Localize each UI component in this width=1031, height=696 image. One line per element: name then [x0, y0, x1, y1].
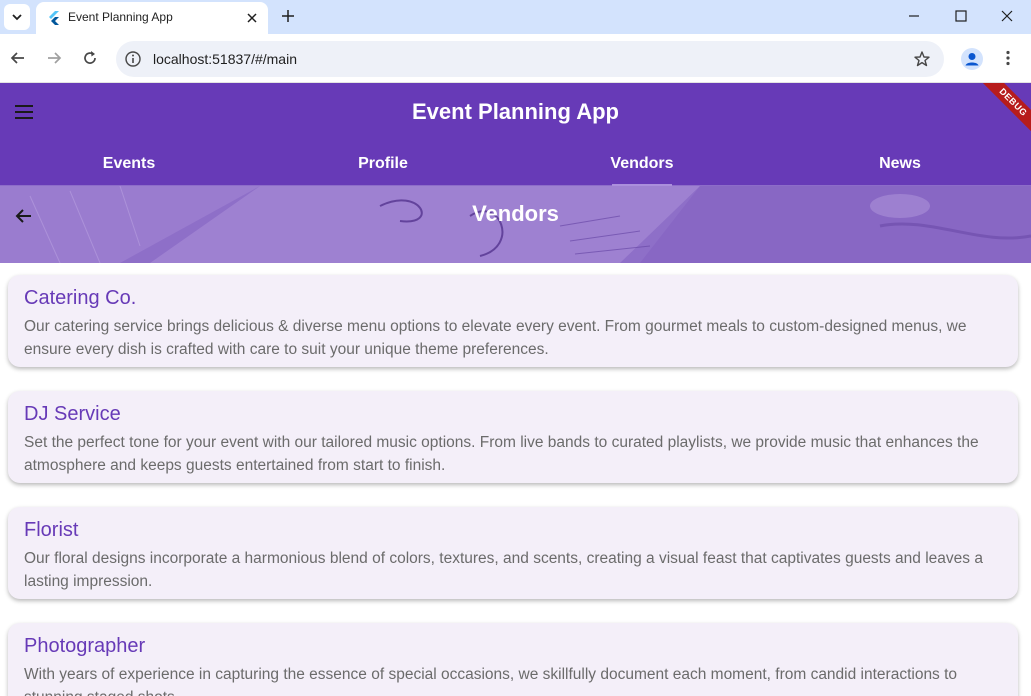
- vendor-card[interactable]: DJ Service Set the perfect tone for your…: [8, 391, 1018, 483]
- maximize-icon[interactable]: [953, 8, 969, 24]
- reload-icon[interactable]: [81, 49, 99, 67]
- close-icon[interactable]: [245, 11, 259, 25]
- app-bar: Event Planning App Events Profile Vendor…: [0, 83, 1031, 186]
- browser-toolbar: localhost:51837/#/main: [0, 34, 1031, 83]
- vendor-list: Catering Co. Our catering service brings…: [0, 263, 1031, 696]
- chevron-down-icon: [12, 14, 22, 21]
- tab-vendors[interactable]: Vendors: [513, 141, 771, 186]
- kebab-menu-icon[interactable]: [999, 49, 1017, 67]
- new-tab-plus-icon[interactable]: [280, 8, 296, 24]
- browser-tab[interactable]: Event Planning App: [36, 2, 268, 34]
- vendor-description: Our floral designs incorporate a harmoni…: [24, 550, 983, 590]
- vendor-name: DJ Service: [24, 403, 121, 425]
- vendor-name: Catering Co.: [24, 287, 137, 309]
- vendor-card[interactable]: Photographer With years of experience in…: [8, 623, 1018, 696]
- tab-search-dropdown[interactable]: [4, 4, 30, 30]
- arrow-back-icon[interactable]: [9, 49, 27, 67]
- app-viewport: Event Planning App Events Profile Vendor…: [0, 83, 1031, 696]
- vendor-name: Florist: [24, 519, 79, 541]
- vendor-name: Photographer: [24, 635, 146, 657]
- tab-news[interactable]: News: [771, 141, 1029, 186]
- vendor-card[interactable]: Florist Our floral designs incorporate a…: [8, 507, 1018, 599]
- flutter-favicon-icon: [49, 11, 59, 25]
- tab-bar: Events Profile Vendors News: [0, 141, 1031, 186]
- vendor-description: Set the perfect tone for your event with…: [24, 434, 979, 474]
- vendors-header-banner: Vendors: [0, 186, 1031, 263]
- vendor-card[interactable]: Catering Co. Our catering service brings…: [8, 275, 1018, 367]
- vendor-description: Our catering service brings delicious & …: [24, 318, 967, 358]
- browser-tabstrip: Event Planning App: [0, 0, 1031, 34]
- url-text: localhost:51837/#/main: [153, 51, 297, 67]
- info-icon[interactable]: [124, 50, 142, 68]
- star-icon[interactable]: [913, 50, 931, 68]
- arrow-forward-icon[interactable]: [45, 49, 63, 67]
- window-close-icon[interactable]: [999, 8, 1015, 24]
- app-title: Event Planning App: [412, 99, 619, 124]
- address-bar[interactable]: localhost:51837/#/main: [116, 41, 944, 77]
- person-icon: [965, 53, 979, 66]
- page-title: Vendors: [472, 201, 559, 226]
- minimize-icon[interactable]: [906, 8, 922, 24]
- profile-icon[interactable]: [961, 48, 983, 70]
- tab-profile[interactable]: Profile: [254, 141, 512, 186]
- vendor-description: With years of experience in capturing th…: [24, 666, 958, 696]
- tab-events[interactable]: Events: [0, 141, 258, 186]
- browser-tab-title: Event Planning App: [68, 10, 173, 24]
